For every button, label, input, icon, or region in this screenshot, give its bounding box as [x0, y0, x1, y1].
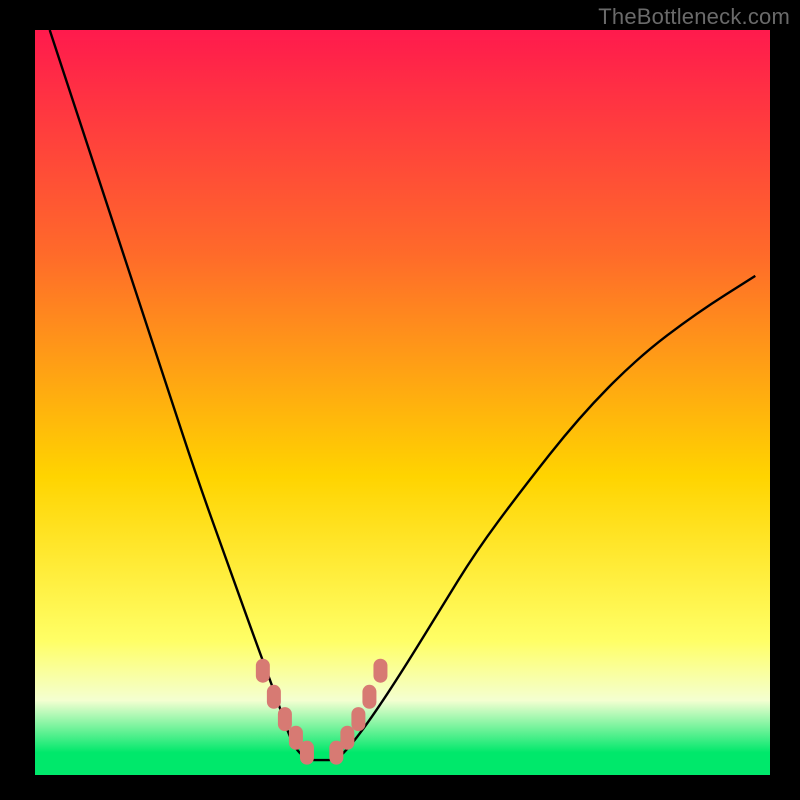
highlight-dot — [267, 685, 281, 709]
chart-frame: TheBottleneck.com — [0, 0, 800, 800]
highlight-dot — [373, 659, 387, 683]
highlight-dot — [351, 707, 365, 731]
highlight-dot — [300, 741, 314, 765]
plot-background — [35, 30, 770, 775]
highlight-dot — [340, 726, 354, 750]
bottleneck-chart — [0, 0, 800, 800]
highlight-dot — [256, 659, 270, 683]
watermark-text: TheBottleneck.com — [598, 4, 790, 30]
highlight-dot — [278, 707, 292, 731]
highlight-dot — [362, 685, 376, 709]
